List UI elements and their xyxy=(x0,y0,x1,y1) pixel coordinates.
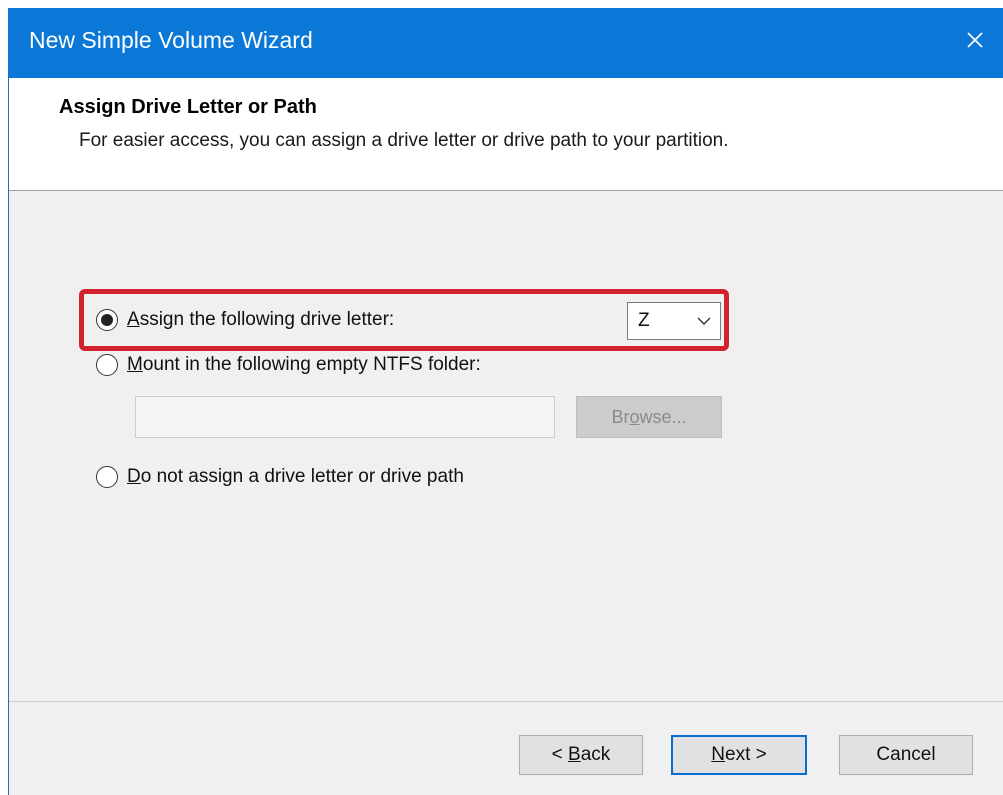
folder-path-input[interactable] xyxy=(135,396,555,438)
browse-button[interactable]: Br o wse... xyxy=(576,396,722,438)
access-key: B xyxy=(568,744,581,765)
button-label-part: ack xyxy=(580,744,611,765)
chevron-down-icon xyxy=(697,317,711,325)
drive-letter-select[interactable]: Z xyxy=(627,302,721,340)
button-label: Cancel xyxy=(876,744,936,765)
drive-letter-value: Z xyxy=(638,310,650,331)
wizard-header: Assign Drive Letter or Path For easier a… xyxy=(9,78,1003,191)
page-subtitle: For easier access, you can assign a driv… xyxy=(79,130,729,151)
page-title: Assign Drive Letter or Path xyxy=(59,96,317,118)
label-text: ount in the following empty NTFS folder: xyxy=(142,354,481,375)
radio-selected-dot xyxy=(101,314,113,326)
radio-label: Assign the following drive letter: xyxy=(127,309,394,331)
cancel-button[interactable]: Cancel xyxy=(839,735,973,775)
close-button[interactable] xyxy=(955,20,995,60)
access-key: o xyxy=(629,406,640,427)
radio-label: Do not assign a drive letter or drive pa… xyxy=(127,466,464,488)
radio-button[interactable] xyxy=(96,354,118,376)
button-label-part: ext > xyxy=(725,744,767,765)
radio-label: Mount in the following empty NTFS folder… xyxy=(127,354,481,376)
back-button[interactable]: < Back xyxy=(519,735,643,775)
footer-divider xyxy=(9,701,1003,702)
access-key: N xyxy=(711,744,725,765)
radio-mount-folder[interactable]: Mount in the following empty NTFS folder… xyxy=(96,354,481,376)
title-bar: New Simple Volume Wizard xyxy=(9,8,1003,78)
browse-label-part: wse... xyxy=(639,406,687,427)
wizard-window: New Simple Volume Wizard Assign Drive Le… xyxy=(8,8,1003,795)
wizard-content: Assign the following drive letter: Z Mou… xyxy=(9,191,1003,701)
access-key: A xyxy=(127,309,140,330)
radio-no-assign[interactable]: Do not assign a drive letter or drive pa… xyxy=(96,466,464,488)
next-button[interactable]: Next > xyxy=(671,735,807,775)
window-title: New Simple Volume Wizard xyxy=(29,27,313,53)
label-text: ssign the following drive letter: xyxy=(139,309,395,330)
close-icon xyxy=(967,32,983,48)
access-key: M xyxy=(127,354,143,375)
button-label-part: < xyxy=(551,744,569,765)
radio-button[interactable] xyxy=(96,309,118,331)
radio-button[interactable] xyxy=(96,466,118,488)
browse-label-part: Br xyxy=(611,406,630,427)
label-text: o not assign a drive letter or drive pat… xyxy=(140,466,464,487)
access-key: D xyxy=(127,466,141,487)
radio-assign-letter[interactable]: Assign the following drive letter: xyxy=(96,309,394,331)
